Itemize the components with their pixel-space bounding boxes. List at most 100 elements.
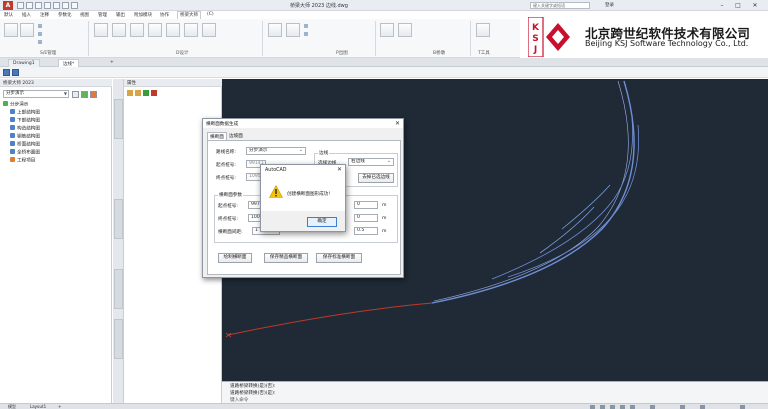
help-search-input[interactable]: 键入关键字或短语 [530, 2, 590, 9]
folder-icon [10, 109, 15, 114]
login-link[interactable]: 登录 [605, 2, 614, 8]
chart-icon[interactable] [3, 69, 10, 76]
tree-item-root[interactable]: 分步演示 [3, 101, 28, 108]
tree-item-rebar[interactable]: 钢筋结构图 [10, 133, 40, 140]
right-value-field-3[interactable]: 0.5 [354, 227, 378, 235]
maximize-button[interactable]: □ [732, 1, 744, 10]
file-tab-drawing1[interactable]: Drawing1 [8, 59, 40, 67]
customize-icon[interactable] [740, 405, 745, 409]
layout-icon[interactable] [286, 23, 300, 37]
save-fine-section-button[interactable]: 保存精品横断面 [264, 253, 308, 263]
redo-icon[interactable] [71, 2, 78, 9]
ribbon-small-button[interactable] [38, 31, 43, 36]
tree-item-upper[interactable]: 上部结构图 [10, 109, 40, 116]
workspace-icon[interactable] [680, 405, 685, 409]
snap-icon[interactable] [600, 405, 605, 409]
pier-table-icon[interactable] [380, 23, 394, 37]
palette-tab[interactable] [114, 199, 123, 239]
edge-select[interactable]: 右边线 [348, 158, 394, 166]
road-name-select[interactable]: 分步演示 [246, 147, 306, 155]
add-icon[interactable] [72, 91, 79, 98]
ribbon-small-button[interactable] [304, 31, 309, 36]
add-layout-tab[interactable]: + [58, 404, 61, 409]
palette-tab[interactable] [114, 99, 123, 139]
pier-icon[interactable] [130, 23, 144, 37]
tab-bridge-master[interactable]: 桥梁大师 [177, 11, 201, 19]
close-icon[interactable]: ✕ [395, 120, 400, 127]
tab-slope[interactable]: 边坡面 [227, 132, 245, 140]
pier-drawing-icon[interactable] [398, 23, 412, 37]
tab-collaborate[interactable]: 协作 [160, 12, 169, 18]
grid-icon[interactable] [590, 405, 595, 409]
polar-icon[interactable] [620, 405, 625, 409]
section-icon[interactable] [112, 23, 126, 37]
girder-icon[interactable] [184, 23, 198, 37]
delete-icon[interactable] [151, 90, 157, 96]
tab-view[interactable]: 视图 [80, 12, 89, 18]
ortho-icon[interactable] [610, 405, 615, 409]
ribbon-small-button[interactable] [38, 39, 43, 44]
filter-icon[interactable] [135, 90, 141, 96]
osnap-icon[interactable] [630, 405, 635, 409]
new-tab-button[interactable]: + [106, 59, 118, 67]
right-value-field-1[interactable]: 0 [354, 201, 378, 209]
draw-section-button[interactable]: 绘制横断面 [218, 253, 252, 263]
tab-layout1[interactable]: Layout1 [30, 404, 46, 409]
tab-annotate[interactable]: 注释 [40, 12, 49, 18]
tree-item-lower[interactable]: 下部结构图 [10, 117, 40, 124]
right-value-field-2[interactable]: 0 [354, 214, 378, 222]
check-icon[interactable] [143, 90, 149, 96]
save-standard-section-button[interactable]: 保存标准横断面 [316, 253, 362, 263]
design-icon[interactable] [94, 23, 108, 37]
project-combo[interactable]: 分步演示 ▼ [3, 90, 69, 98]
tab-manage[interactable]: 管理 [98, 12, 107, 18]
print-icon[interactable] [53, 2, 60, 9]
ok-button[interactable]: 确定 [307, 217, 337, 227]
ksj-logo-icon: K S J [528, 17, 570, 57]
close-icon[interactable]: ✕ [337, 166, 342, 173]
open-file-icon[interactable] [26, 2, 33, 9]
palette-tab[interactable] [114, 319, 123, 359]
tab-default[interactable]: 默认 [4, 12, 13, 18]
save-project-icon[interactable] [81, 91, 88, 98]
undo-icon[interactable] [62, 2, 69, 9]
tree-item-deck[interactable]: 桥面结构图 [10, 141, 40, 148]
refresh-icon[interactable] [90, 91, 97, 98]
app-icon[interactable]: A [3, 1, 13, 10]
tree-item-project[interactable]: 工程项目 [10, 157, 35, 164]
tab-output[interactable]: 输出 [116, 12, 125, 18]
panel-toolbar [0, 67, 768, 78]
chart-alt-icon[interactable] [12, 69, 19, 76]
remove-edge-button[interactable]: 去掉已选边线 [358, 173, 394, 183]
tree-item-layout[interactable]: 全桥布置图 [10, 149, 40, 156]
tab-addins[interactable]: 附加模块 [134, 12, 152, 18]
drawing-icon[interactable] [268, 23, 282, 37]
palette-tab[interactable] [114, 269, 123, 309]
annotation-icon[interactable] [650, 405, 655, 409]
project-manage-icon[interactable] [4, 23, 18, 37]
edge-group-label: 边线 [318, 150, 330, 156]
title-bar: A 桥梁大师 2023 边线.dwg 键入关键字或短语 登录 – □ ✕ [0, 0, 768, 11]
ribbon-small-button[interactable] [38, 23, 43, 28]
save-icon[interactable] [35, 2, 42, 9]
close-button[interactable]: ✕ [749, 1, 761, 10]
minimize-button[interactable]: – [716, 1, 728, 10]
tab-model[interactable]: 模型 [8, 404, 16, 409]
beam-icon[interactable] [148, 23, 162, 37]
save-as-icon[interactable] [44, 2, 51, 9]
tools-icon[interactable] [476, 23, 490, 37]
settings-icon[interactable] [700, 405, 705, 409]
abutment-icon[interactable] [166, 23, 180, 37]
export-icon[interactable] [20, 23, 34, 37]
foundation-icon[interactable] [202, 23, 216, 37]
tab-parametric[interactable]: 参数化 [58, 12, 72, 18]
tab-extra[interactable]: (C) [207, 12, 214, 17]
ribbon-small-button[interactable] [304, 23, 309, 28]
tab-cross-section[interactable]: 横断面 [207, 132, 227, 140]
tree-item-structure[interactable]: 构造结构图 [10, 125, 40, 132]
group-label-tools: T工具 [478, 51, 490, 56]
file-tab-edge[interactable]: 边线* [58, 59, 80, 67]
tab-insert[interactable]: 插入 [22, 12, 31, 18]
new-file-icon[interactable] [17, 2, 24, 9]
select-icon[interactable] [127, 90, 133, 96]
